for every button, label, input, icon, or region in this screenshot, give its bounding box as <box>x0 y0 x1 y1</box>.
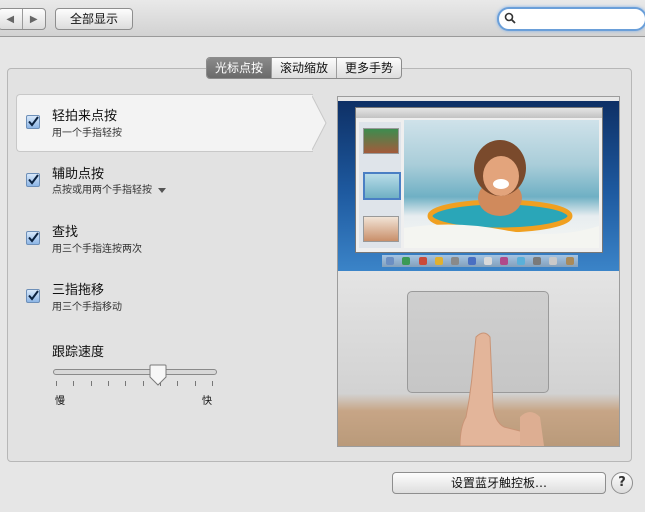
tracking-speed-slider[interactable] <box>53 369 217 375</box>
forward-arrow-icon[interactable]: ▶ <box>23 9 46 29</box>
fast-label: 快 <box>202 396 212 407</box>
secondary-click-title: 辅助点按 <box>52 167 105 182</box>
checkmark-icon <box>28 174 39 185</box>
setup-bluetooth-trackpad-button[interactable]: 设置蓝牙触控板… <box>392 472 606 494</box>
slider-tick <box>108 381 109 386</box>
thumbnail-image <box>363 216 399 242</box>
slider-tick <box>177 381 179 386</box>
tab-bar: 光标点按 滚动缩放 更多手势 <box>206 57 403 79</box>
slow-label: 慢 <box>55 396 65 407</box>
gesture-preview <box>337 96 620 447</box>
tap-to-click-title: 轻拍来点按 <box>52 109 118 124</box>
three-finger-drag-title: 三指拖移 <box>52 283 105 298</box>
look-up-checkbox[interactable] <box>26 231 40 245</box>
help-button[interactable]: ? <box>611 472 633 494</box>
search-field[interactable] <box>497 7 645 31</box>
look-up-subtitle: 用三个手指连按两次 <box>52 244 142 255</box>
slider-thumb[interactable] <box>149 364 167 386</box>
slider-tick <box>194 381 196 386</box>
chevron-down-icon[interactable] <box>158 187 166 193</box>
search-icon <box>504 12 516 24</box>
preview-menubar <box>338 97 619 101</box>
pointing-finger-image <box>460 332 544 446</box>
slider-tick <box>212 381 213 386</box>
secondary-click-checkbox[interactable] <box>26 173 40 187</box>
slider-tick <box>142 381 144 386</box>
secondary-click-option-label: 点按或用两个手指轻按 <box>52 185 152 196</box>
back-forward-control: ◀ ▶ <box>0 8 46 30</box>
checkmark-icon <box>28 290 39 301</box>
child-swimming-image <box>404 140 599 248</box>
three-finger-drag-subtitle: 用三个手指移动 <box>52 302 122 313</box>
tap-to-click-subtitle: 用一个手指轻按 <box>52 128 122 139</box>
preview-window <box>355 107 603 253</box>
tap-to-click-checkbox[interactable] <box>26 115 40 129</box>
tracking-speed-label: 跟踪速度 <box>52 345 105 360</box>
slider-tick <box>56 381 57 386</box>
toolbar: ◀ ▶ 全部显示 <box>0 0 645 37</box>
checkmark-icon <box>28 232 39 243</box>
slider-tick <box>125 381 127 386</box>
tab-more-gestures[interactable]: 更多手势 <box>336 58 401 78</box>
tab-scroll-zoom[interactable]: 滚动缩放 <box>271 58 336 78</box>
show-all-button[interactable]: 全部显示 <box>55 8 133 30</box>
checkmark-icon <box>28 116 39 127</box>
thumbnail-image <box>363 172 401 200</box>
slider-ticks <box>56 381 214 387</box>
slider-tick <box>90 381 92 386</box>
selection-pointer-icon <box>311 94 327 152</box>
back-arrow-icon[interactable]: ◀ <box>0 9 23 29</box>
preview-screen <box>338 97 619 271</box>
thumbnail-image <box>363 128 399 154</box>
preview-photo <box>404 120 599 248</box>
look-up-title: 查找 <box>52 225 79 240</box>
preview-thumbnails <box>359 122 401 248</box>
slider-tick <box>73 381 75 386</box>
preview-dock <box>382 255 578 267</box>
secondary-click-subtitle[interactable]: 点按或用两个手指轻按 <box>52 181 166 196</box>
three-finger-drag-checkbox[interactable] <box>26 289 40 303</box>
tab-point-click[interactable]: 光标点按 <box>207 58 272 78</box>
